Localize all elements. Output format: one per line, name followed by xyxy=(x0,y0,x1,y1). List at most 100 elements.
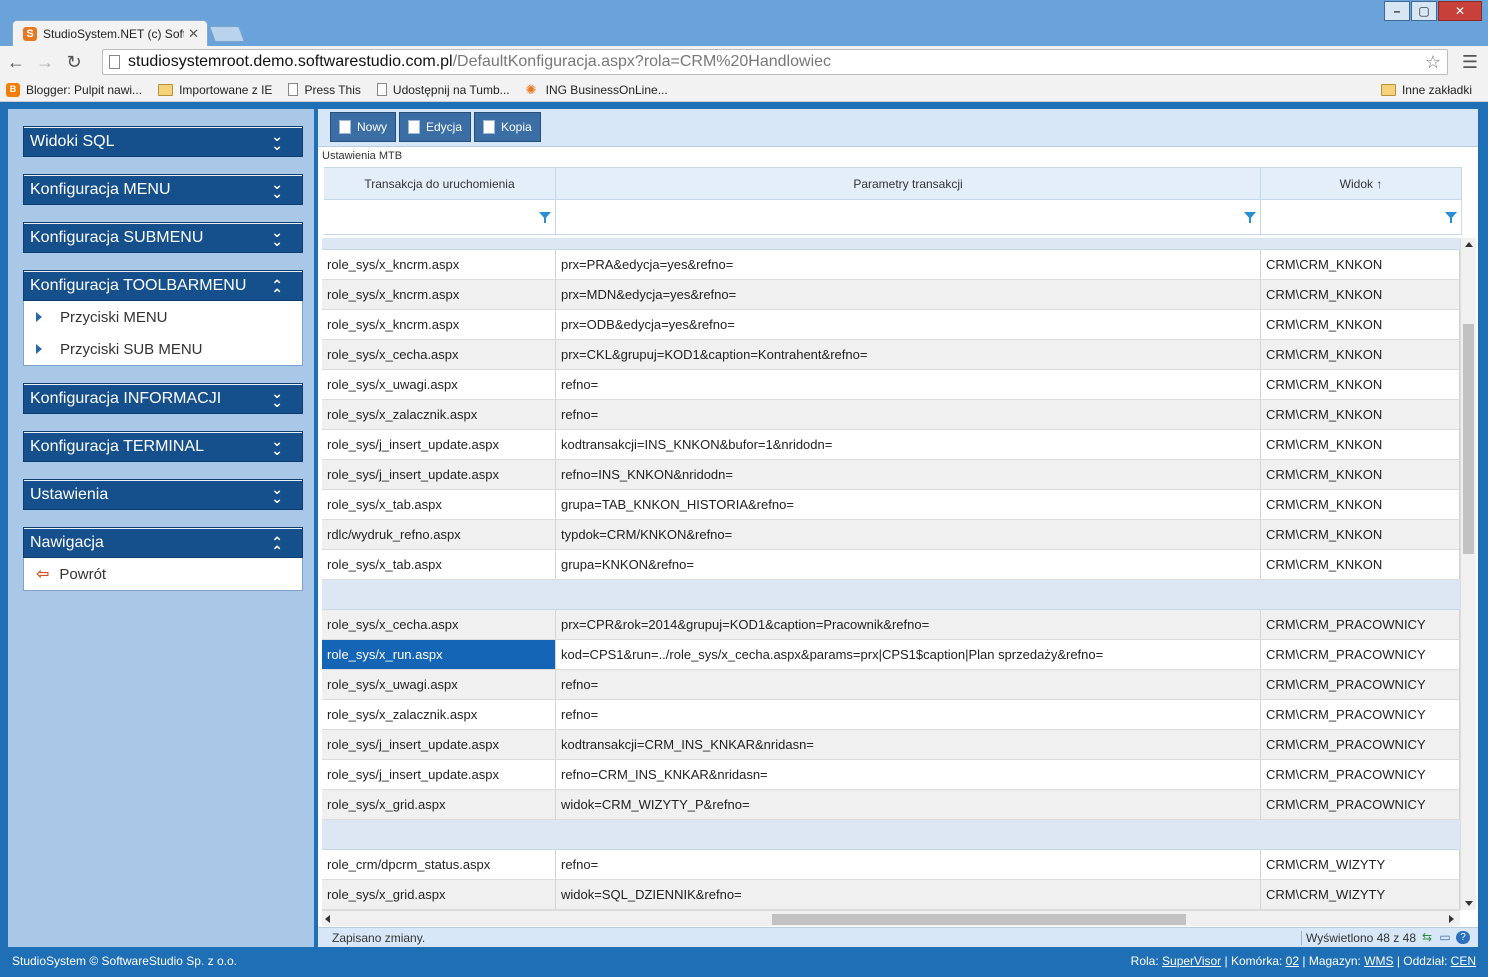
cell-widok[interactable]: CRM\CRM_PRACOWNICY xyxy=(1261,760,1460,789)
panel-ustawienia[interactable]: Ustawienia ⌄ ⌄ xyxy=(23,479,303,510)
edit-button[interactable]: Edycja xyxy=(399,112,472,142)
cell-transakcja[interactable]: role_sys/x_grid.aspx xyxy=(322,880,556,909)
table-row[interactable]: role_sys/x_cecha.aspx prx=CPR&rok=2014&gr… xyxy=(322,610,1460,640)
column-header-parametry[interactable]: Parametry transakcji xyxy=(556,168,1261,199)
panel-konfiguracja-submenu[interactable]: Konfiguracja SUBMENU ⌄ ⌄ xyxy=(23,222,303,253)
table-row[interactable]: role_sys/x_tab.aspx grupa=KNKON&refno= CRM… xyxy=(322,550,1460,580)
cell-parametry[interactable]: refno= xyxy=(556,400,1261,429)
scroll-up-icon[interactable] xyxy=(1465,242,1473,247)
panel-konfiguracja-informacji[interactable]: Konfiguracja INFORMACJI ⌄ ⌄ xyxy=(23,383,303,414)
table-row[interactable]: role_sys/x_grid.aspx widok=SQL_DZIENNIK&r… xyxy=(322,880,1460,910)
cell-transakcja[interactable]: role_sys/x_run.aspx xyxy=(322,640,556,669)
chevron-double-down-icon[interactable]: ⌄ ⌄ xyxy=(271,482,283,505)
cell-link[interactable]: 02 xyxy=(1286,954,1299,968)
table-row[interactable]: role_crm/dpcrm_status.aspx refno= CRM\CRM_… xyxy=(322,850,1460,880)
vertical-scrollbar[interactable] xyxy=(1460,238,1476,910)
cell-parametry[interactable]: grupa=KNKON&refno= xyxy=(556,550,1261,579)
cell-transakcja[interactable]: role_sys/x_cecha.aspx xyxy=(322,340,556,369)
table-row[interactable]: rdlc/wydruk_refno.aspx typdok=CRM/KNKON&r… xyxy=(322,520,1460,550)
filter-funnel-icon[interactable] xyxy=(1445,212,1457,223)
cell-parametry[interactable]: refno= xyxy=(556,850,1261,879)
chevron-double-down-icon[interactable]: ⌄ ⌄ xyxy=(271,177,283,200)
table-row[interactable]: role_sys/x_tab.aspx grupa=TAB_KNKON_HISTO… xyxy=(322,490,1460,520)
cell-transakcja[interactable]: rdlc/wydruk_refno.aspx xyxy=(322,520,556,549)
scroll-left-icon[interactable] xyxy=(325,915,330,923)
bookmark-tumblr[interactable]: Udostępnij na Tumb... xyxy=(376,83,510,97)
table-row[interactable]: role_sys/x_zalacznik.aspx refno= CRM\CRM_P… xyxy=(322,700,1460,730)
panel-konfiguracja-terminal[interactable]: Konfiguracja TERMINAL ⌄ ⌄ xyxy=(23,431,303,462)
table-row[interactable]: role_sys/x_kncrm.aspx prx=MDN&edycja=yes&… xyxy=(322,280,1460,310)
forward-arrow-icon[interactable]: → xyxy=(32,49,58,75)
cell-parametry[interactable]: refno=CRM_INS_KNKAR&nridasn= xyxy=(556,760,1261,789)
table-row[interactable]: role_sys/x_grid.aspx widok=CRM_WIZYTY_P&r… xyxy=(322,790,1460,820)
panel-widoki-sql[interactable]: Widoki SQL ⌄ ⌄ xyxy=(23,126,303,157)
new-button[interactable]: Nowy xyxy=(330,112,397,142)
cell-widok[interactable]: CRM\CRM_KNKON xyxy=(1261,310,1460,339)
minimize-icon[interactable]: – xyxy=(1384,1,1410,21)
cell-widok[interactable]: CRM\CRM_KNKON xyxy=(1261,490,1460,519)
cell-widok[interactable]: CRM\CRM_KNKON xyxy=(1261,250,1460,279)
cell-transakcja[interactable]: role_sys/j_insert_update.aspx xyxy=(322,760,556,789)
browser-menu-icon[interactable]: ☰ xyxy=(1462,52,1478,73)
table-row[interactable]: role_sys/j_insert_update.aspx kodtransak… xyxy=(322,430,1460,460)
export-icon[interactable]: ▭ xyxy=(1438,931,1452,944)
cell-widok[interactable]: CRM\CRM_PRACOWNICY xyxy=(1261,640,1460,669)
other-bookmarks[interactable]: Inne zakładki xyxy=(1380,83,1472,97)
table-row[interactable]: role_sys/x_run.aspx kod=CPS1&run=../role_… xyxy=(322,640,1460,670)
cell-widok[interactable]: CRM\CRM_KNKON xyxy=(1261,370,1460,399)
warehouse-link[interactable]: WMS xyxy=(1364,954,1393,968)
new-tab-button[interactable] xyxy=(209,26,245,42)
cell-widok[interactable]: CRM\CRM_PRACOWNICY xyxy=(1261,730,1460,759)
cell-transakcja[interactable]: role_sys/x_zalacznik.aspx xyxy=(322,700,556,729)
filter-funnel-icon[interactable] xyxy=(539,212,551,223)
cell-parametry[interactable]: prx=PRA&edycja=yes&refno= xyxy=(556,250,1261,279)
cell-parametry[interactable]: refno= xyxy=(556,700,1261,729)
table-row[interactable]: role_sys/x_zalacznik.aspx refno= CRM\CRM_K… xyxy=(322,400,1460,430)
role-link[interactable]: SuperVisor xyxy=(1162,954,1221,968)
cell-parametry[interactable]: prx=ODB&edycja=yes&refno= xyxy=(556,310,1261,339)
filter-widok[interactable] xyxy=(1261,200,1462,234)
column-header-widok[interactable]: Widok ↑ xyxy=(1261,168,1462,199)
bookmark-ing[interactable]: ✺ ING BusinessOnLine... xyxy=(526,82,668,97)
maximize-icon[interactable]: ▢ xyxy=(1411,1,1437,21)
chevron-double-up-icon[interactable]: ⌃ ⌃ xyxy=(271,535,283,558)
back-arrow-icon[interactable]: ← xyxy=(3,49,29,75)
scroll-down-icon[interactable] xyxy=(1465,901,1473,906)
scroll-thumb[interactable] xyxy=(772,914,1186,925)
cell-transakcja[interactable]: role_sys/x_tab.aspx xyxy=(322,490,556,519)
cell-transakcja[interactable]: role_sys/x_kncrm.aspx xyxy=(322,280,556,309)
table-row[interactable]: role_sys/x_kncrm.aspx prx=PRA&edycja=yes&… xyxy=(322,250,1460,280)
cell-parametry[interactable]: widok=SQL_DZIENNIK&refno= xyxy=(556,880,1261,909)
cell-transakcja[interactable]: role_sys/x_cecha.aspx xyxy=(322,610,556,639)
branch-link[interactable]: CEN xyxy=(1451,954,1476,968)
panel-nawigacja[interactable]: Nawigacja ⌃ ⌃ xyxy=(23,527,303,558)
sidebar-item-przyciski-menu[interactable]: Przyciski MENU xyxy=(24,301,302,333)
close-tab-icon[interactable]: ✕ xyxy=(188,26,199,42)
cell-parametry[interactable]: typdok=CRM/KNKON&refno= xyxy=(556,520,1261,549)
cell-parametry[interactable]: grupa=TAB_KNKON_HISTORIA&refno= xyxy=(556,490,1261,519)
cell-transakcja[interactable]: role_sys/j_insert_update.aspx xyxy=(322,430,556,459)
table-row[interactable]: role_sys/j_insert_update.aspx kodtransak… xyxy=(322,730,1460,760)
panel-konfiguracja-toolbarmenu[interactable]: Konfiguracja TOOLBARMENU ⌃ ⌃ xyxy=(23,270,303,301)
cell-parametry[interactable]: kodtransakcji=INS_KNKON&bufor=1&nridodn= xyxy=(556,430,1261,459)
cell-parametry[interactable]: prx=CPR&rok=2014&grupuj=KOD1&caption=Pra… xyxy=(556,610,1261,639)
address-bar[interactable]: studiosystemroot.demo.softwarestudio.com… xyxy=(102,49,1448,75)
cell-transakcja[interactable]: role_sys/x_kncrm.aspx xyxy=(322,310,556,339)
cell-widok[interactable]: CRM\CRM_WIZYTY xyxy=(1261,880,1460,909)
cell-transakcja[interactable]: role_sys/x_zalacznik.aspx xyxy=(322,400,556,429)
cell-widok[interactable]: CRM\CRM_KNKON xyxy=(1261,280,1460,309)
cell-widok[interactable]: CRM\CRM_KNKON xyxy=(1261,460,1460,489)
chevron-double-down-icon[interactable]: ⌄ ⌄ xyxy=(271,434,283,457)
cell-parametry[interactable]: refno= xyxy=(556,370,1261,399)
cell-parametry[interactable]: refno= xyxy=(556,670,1261,699)
cell-parametry[interactable]: kodtransakcji=CRM_INS_KNKAR&nridasn= xyxy=(556,730,1261,759)
cell-transakcja[interactable]: role_sys/j_insert_update.aspx xyxy=(322,730,556,759)
chevron-double-up-icon[interactable]: ⌃ ⌃ xyxy=(271,278,283,301)
cell-transakcja[interactable]: role_sys/x_uwagi.aspx xyxy=(322,670,556,699)
table-row[interactable]: role_sys/x_cecha.aspx prx=CKL&grupuj=KOD1… xyxy=(322,340,1460,370)
column-header-transakcja[interactable]: Transakcja do uruchomienia xyxy=(324,168,556,199)
reload-icon[interactable]: ↻ xyxy=(61,49,87,75)
scroll-right-icon[interactable] xyxy=(1449,915,1454,923)
browser-tab[interactable]: S StudioSystem.NET (c) Soft ✕ xyxy=(12,20,208,46)
cell-widok[interactable]: CRM\CRM_KNKON xyxy=(1261,340,1460,369)
